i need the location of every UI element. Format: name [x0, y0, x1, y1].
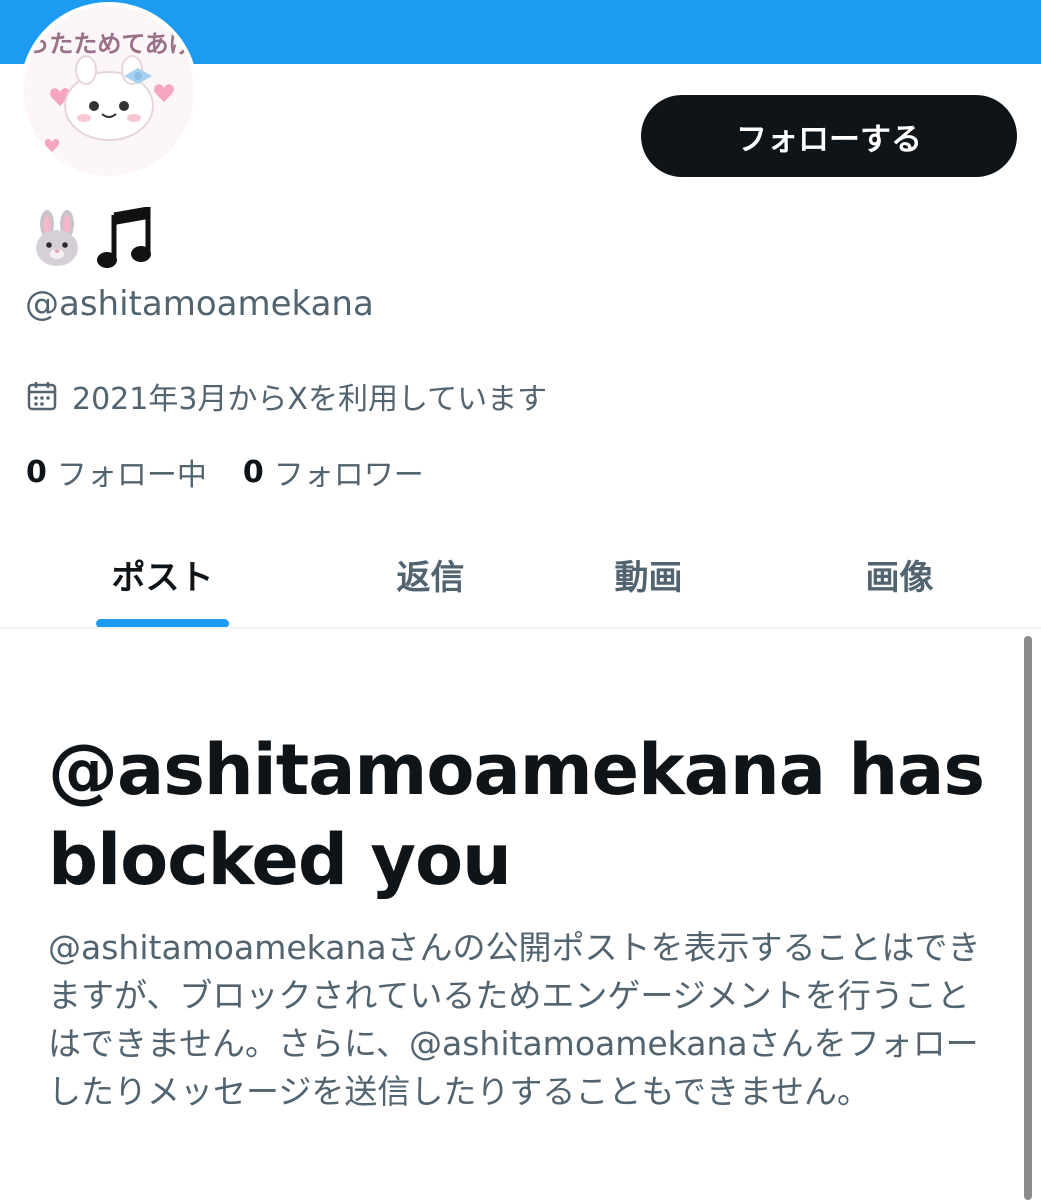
- rabbit-face-icon: [36, 210, 78, 266]
- profile-tabs: ポスト 返信 動画 画像: [0, 520, 1041, 628]
- scrollbar[interactable]: [1024, 636, 1032, 1200]
- followers-link[interactable]: 0 フォロワー: [243, 450, 424, 494]
- tab-videos[interactable]: 動画: [546, 520, 751, 628]
- musical-notes-icon: [97, 207, 151, 268]
- tab-images[interactable]: 画像: [797, 520, 1002, 628]
- avatar[interactable]: あったためてあげる: [20, 2, 198, 180]
- joined-date: 2021年3月からXを利用しています: [26, 374, 547, 418]
- calendar-icon: [27, 382, 57, 411]
- follow-counts: 0 フォロー中 0 フォロワー: [26, 450, 460, 494]
- blocked-title: @ashitamoamekana has blocked you: [48, 729, 985, 901]
- tab-posts[interactable]: ポスト: [60, 520, 265, 628]
- avatar-text-top: あったためてあげる: [24, 30, 194, 58]
- display-name: [28, 204, 154, 274]
- following-link[interactable]: 0 フォロー中: [26, 450, 207, 494]
- following-count: 0: [26, 454, 47, 490]
- blocked-description: @ashitamoamekanaさんの公開ポストを表示することはできますが、ブロ…: [48, 928, 981, 1111]
- joined-text: 2021年3月からXを利用しています: [72, 382, 548, 417]
- following-label: フォロー中: [56, 458, 207, 493]
- avatar-image: あったためてあげる: [24, 6, 194, 176]
- profile-handle: @ashitamoamekana: [25, 284, 374, 324]
- tabs-divider: [0, 627, 1041, 629]
- followers-count: 0: [242, 454, 264, 490]
- followers-label: フォロワー: [273, 458, 424, 493]
- profile-page: あったためてあげる フォローする @ashitamoamekana: [0, 0, 1041, 1200]
- follow-button[interactable]: フォローする: [641, 95, 1017, 177]
- tab-replies[interactable]: 返信: [328, 520, 533, 628]
